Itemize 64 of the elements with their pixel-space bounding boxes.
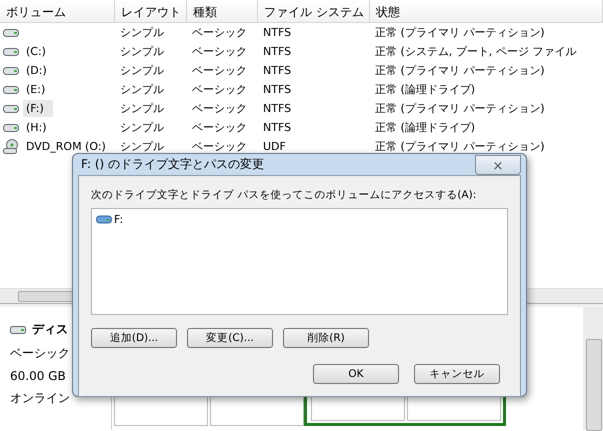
table-cell: ベーシック [192, 120, 247, 135]
table-cell: 正常 (論理ドライブ) [375, 120, 476, 135]
table-cell: シンプル [120, 25, 164, 40]
drive-icon [96, 215, 112, 224]
table-cell: NTFS [263, 102, 292, 115]
dialog-button[interactable]: 追加(D)... [91, 328, 177, 348]
drive-icon [3, 122, 19, 132]
dialog-button[interactable]: 削除(R) [283, 328, 369, 348]
column-header[interactable]: レイアウト [115, 0, 187, 22]
table-cell: NTFS [263, 121, 292, 134]
table-cell: シンプル [120, 82, 164, 97]
column-header[interactable]: 状態 [370, 0, 603, 22]
table-cell: ベーシック [192, 139, 247, 154]
table-cell: シンプル [120, 63, 164, 78]
volume-name[interactable]: (D:) [26, 64, 47, 77]
table-cell: NTFS [263, 83, 292, 96]
partition-block[interactable] [210, 394, 304, 426]
column-header[interactable]: 種類 [187, 0, 258, 22]
ok-button[interactable]: OK [313, 364, 399, 384]
vertical-scrollbar[interactable] [583, 307, 603, 430]
table-cell: 正常 (プライマリ パーティション) [375, 101, 545, 116]
table-cell: 正常 (プライマリ パーティション) [375, 63, 545, 78]
close-button[interactable]: ⨯ [475, 155, 521, 175]
volume-name[interactable]: (H:) [26, 121, 47, 134]
path-list[interactable]: F: [91, 208, 508, 315]
column-header[interactable]: ボリューム [0, 0, 115, 22]
volume-name[interactable]: (C:) [26, 45, 46, 58]
table-cell: ベーシック [192, 63, 247, 78]
table-cell: 正常 (システム, ブート, ページ ファイル [375, 44, 576, 59]
table-cell: 正常 (プライマリ パーティション) [375, 25, 545, 40]
table-cell: UDF [263, 140, 286, 153]
table-cell: シンプル [120, 44, 164, 59]
path-item[interactable]: F: [114, 213, 124, 226]
drive-icon [3, 104, 19, 114]
table-cell: シンプル [120, 120, 164, 135]
volume-name[interactable]: DVD_ROM (O:) [26, 140, 106, 153]
table-cell: NTFS [263, 64, 292, 77]
drive-icon [3, 66, 19, 76]
volume-name[interactable]: (E:) [26, 83, 46, 96]
drive-icon [10, 324, 26, 334]
disc-drive-icon [3, 138, 19, 154]
window-title: F: () のドライブ文字とパスの変更 [80, 156, 264, 173]
disk-type: ベーシック [10, 345, 71, 362]
table-cell: ベーシック [192, 44, 247, 59]
disk-status: オンライン [10, 390, 71, 407]
column-header[interactable]: ファイル システム [258, 0, 370, 22]
table-cell: 正常 (プライマリ パーティション) [375, 139, 545, 154]
disk-size: 60.00 GB [10, 369, 67, 383]
table-cell: シンプル [120, 101, 164, 116]
table-cell: ベーシック [192, 25, 247, 40]
table-cell: ベーシック [192, 82, 247, 97]
list-label: 次のドライブ文字とドライブ パスを使ってこのボリュームにアクセスする(A): [91, 188, 478, 202]
disk-name: ディス [32, 321, 68, 338]
table-cell: シンプル [120, 139, 164, 154]
cancel-button[interactable]: キャンセル [414, 364, 500, 384]
partition-block[interactable] [114, 394, 208, 426]
table-cell: NTFS [263, 45, 292, 58]
table-cell: ベーシック [192, 101, 247, 116]
dialog-button[interactable]: 変更(C)... [187, 328, 273, 348]
table-cell: NTFS [263, 26, 292, 39]
table-cell: 正常 (論理ドライブ) [375, 82, 476, 97]
drive-icon [3, 28, 19, 38]
drive-icon [3, 84, 19, 94]
drive-icon [3, 46, 19, 56]
